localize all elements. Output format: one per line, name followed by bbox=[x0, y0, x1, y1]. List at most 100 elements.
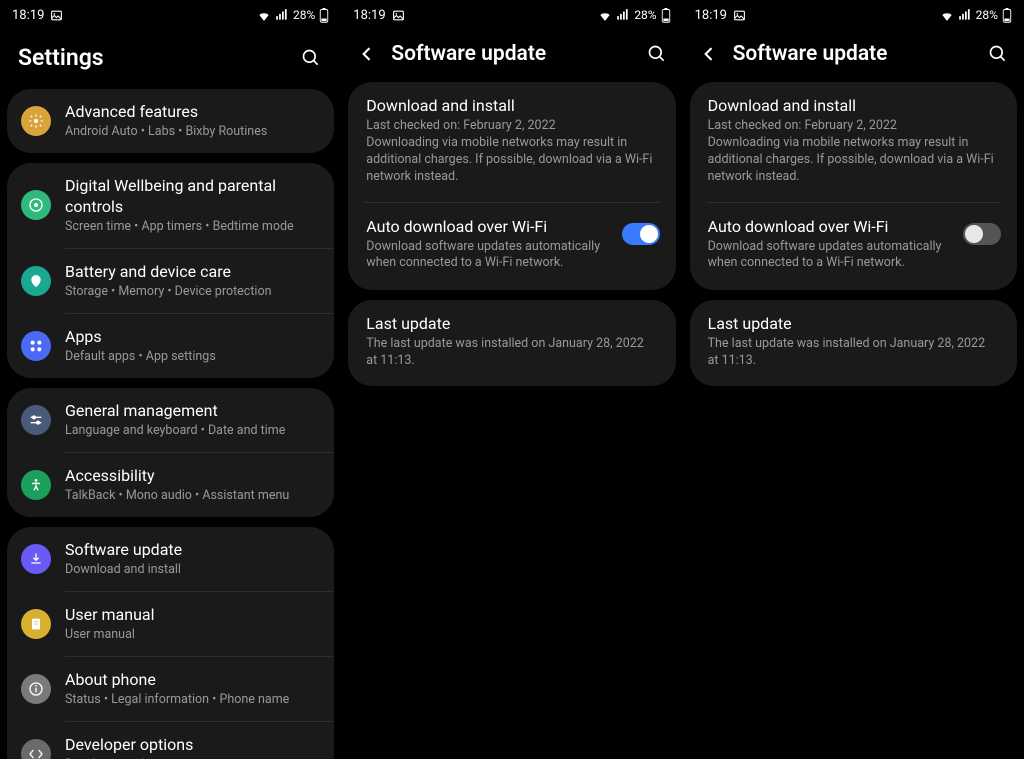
settings-item-apps[interactable]: Apps Default apps • App settings bbox=[7, 314, 334, 378]
update-card: Download and install Last checked on: Fe… bbox=[690, 82, 1017, 290]
item-subtitle: Status • Legal information • Phone name bbox=[65, 692, 320, 708]
item-title: Download and install bbox=[366, 96, 657, 115]
status-time: 18:19 bbox=[353, 8, 385, 23]
page-title: Settings bbox=[18, 44, 287, 71]
image-icon bbox=[392, 9, 405, 22]
item-title: User manual bbox=[65, 605, 320, 626]
accessibility-icon bbox=[21, 470, 51, 500]
wifi-icon bbox=[257, 9, 271, 21]
battery-icon bbox=[319, 8, 329, 23]
about-icon bbox=[21, 674, 51, 704]
auto-download-toggle[interactable] bbox=[622, 223, 660, 245]
back-button[interactable] bbox=[697, 42, 721, 66]
status-time: 18:19 bbox=[12, 8, 44, 23]
search-button[interactable] bbox=[645, 42, 669, 66]
item-title: Software update bbox=[65, 540, 320, 561]
settings-group: Advanced features Android Auto • Labs • … bbox=[7, 89, 334, 153]
item-subtitle: TalkBack • Mono audio • Assistant menu bbox=[65, 488, 320, 504]
item-subtitle: Default apps • App settings bbox=[65, 349, 320, 365]
settings-item-accessibility[interactable]: Accessibility TalkBack • Mono audio • As… bbox=[7, 453, 334, 517]
item-title: Apps bbox=[65, 327, 320, 348]
settings-item-general-management[interactable]: General management Language and keyboard… bbox=[7, 388, 334, 452]
settings-item-battery-care[interactable]: Battery and device care Storage • Memory… bbox=[7, 249, 334, 313]
signal-icon bbox=[616, 9, 630, 21]
general-icon bbox=[21, 405, 51, 435]
item-subtitle: Language and keyboard • Date and time bbox=[65, 423, 320, 439]
advanced-icon bbox=[21, 106, 51, 136]
battery-text: 28% bbox=[976, 8, 998, 22]
auto-download-item[interactable]: Auto download over Wi-Fi Download softwa… bbox=[348, 203, 675, 291]
software-update-header: Software update bbox=[341, 30, 682, 82]
wifi-icon bbox=[598, 9, 612, 21]
last-update-card: Last update The last update was installe… bbox=[690, 300, 1017, 386]
wifi-icon bbox=[940, 9, 954, 21]
manual-icon bbox=[21, 609, 51, 639]
item-subtitle: User manual bbox=[65, 627, 320, 643]
search-button[interactable] bbox=[299, 46, 323, 70]
statusbar: 18:19 28% bbox=[683, 0, 1024, 30]
page-title: Software update bbox=[733, 42, 974, 66]
last-update-card: Last update The last update was installe… bbox=[348, 300, 675, 386]
item-title: Accessibility bbox=[65, 466, 320, 487]
settings-header: Settings bbox=[0, 30, 341, 89]
download-install-item[interactable]: Download and install Last checked on: Fe… bbox=[690, 82, 1017, 202]
item-checked: Last checked on: February 2, 2022 bbox=[708, 118, 999, 135]
item-desc: Downloading via mobile networks may resu… bbox=[366, 135, 657, 186]
item-title: About phone bbox=[65, 670, 320, 691]
search-button[interactable] bbox=[986, 42, 1010, 66]
settings-group: Digital Wellbeing and parental controls … bbox=[7, 163, 334, 378]
item-title: Auto download over Wi-Fi bbox=[366, 217, 609, 236]
settings-item-about-phone[interactable]: About phone Status • Legal information •… bbox=[7, 657, 334, 721]
back-button[interactable] bbox=[355, 42, 379, 66]
battery-icon bbox=[1002, 8, 1012, 23]
item-subtitle: Android Auto • Labs • Bixby Routines bbox=[65, 124, 320, 140]
item-title: Download and install bbox=[708, 96, 999, 115]
item-title: Developer options bbox=[65, 735, 320, 756]
settings-panel: 18:19 28% Settings Advanced features And… bbox=[0, 0, 341, 759]
battery-text: 28% bbox=[634, 8, 656, 22]
item-checked: Last checked on: February 2, 2022 bbox=[366, 118, 657, 135]
apps-icon bbox=[21, 331, 51, 361]
software-update-panel: 18:19 28% Software update Download and i… bbox=[341, 0, 682, 759]
last-update-item[interactable]: Last update The last update was installe… bbox=[348, 300, 675, 386]
download-install-item[interactable]: Download and install Last checked on: Fe… bbox=[348, 82, 675, 202]
item-desc: Downloading via mobile networks may resu… bbox=[708, 135, 999, 186]
wellbeing-icon bbox=[21, 190, 51, 220]
settings-group: General management Language and keyboard… bbox=[7, 388, 334, 517]
statusbar: 18:19 28% bbox=[0, 0, 341, 30]
status-time: 18:19 bbox=[695, 8, 727, 23]
update-card: Download and install Last checked on: Fe… bbox=[348, 82, 675, 290]
item-title: Battery and device care bbox=[65, 262, 320, 283]
settings-item-digital-wellbeing[interactable]: Digital Wellbeing and parental controls … bbox=[7, 163, 334, 248]
image-icon bbox=[50, 9, 63, 22]
statusbar: 18:19 28% bbox=[341, 0, 682, 30]
battery-text: 28% bbox=[293, 8, 315, 22]
settings-item-developer-options[interactable]: Developer options Developer options bbox=[7, 722, 334, 759]
item-title: Digital Wellbeing and parental controls bbox=[65, 176, 320, 218]
item-subtitle: Screen time • App timers • Bedtime mode bbox=[65, 219, 320, 235]
update-icon bbox=[21, 544, 51, 574]
item-title: Last update bbox=[366, 314, 657, 333]
signal-icon bbox=[275, 9, 289, 21]
dev-icon bbox=[21, 739, 51, 759]
settings-item-advanced-features[interactable]: Advanced features Android Auto • Labs • … bbox=[7, 89, 334, 153]
item-desc: Download software updates automatically … bbox=[708, 239, 951, 273]
item-desc: The last update was installed on January… bbox=[708, 336, 999, 370]
item-subtitle: Download and install bbox=[65, 562, 320, 578]
software-update-panel: 18:19 28% Software update Download and i… bbox=[683, 0, 1024, 759]
auto-download-toggle[interactable] bbox=[963, 223, 1001, 245]
battery-care-icon bbox=[21, 266, 51, 296]
battery-icon bbox=[661, 8, 671, 23]
item-title: Auto download over Wi-Fi bbox=[708, 217, 951, 236]
signal-icon bbox=[958, 9, 972, 21]
auto-download-item[interactable]: Auto download over Wi-Fi Download softwa… bbox=[690, 203, 1017, 291]
software-update-header: Software update bbox=[683, 30, 1024, 82]
item-title: Advanced features bbox=[65, 102, 320, 123]
item-desc: Download software updates automatically … bbox=[366, 239, 609, 273]
last-update-item[interactable]: Last update The last update was installe… bbox=[690, 300, 1017, 386]
settings-group: Software update Download and install Use… bbox=[7, 527, 334, 759]
settings-item-software-update[interactable]: Software update Download and install bbox=[7, 527, 334, 591]
item-subtitle: Storage • Memory • Device protection bbox=[65, 284, 320, 300]
settings-item-user-manual[interactable]: User manual User manual bbox=[7, 592, 334, 656]
item-desc: The last update was installed on January… bbox=[366, 336, 657, 370]
